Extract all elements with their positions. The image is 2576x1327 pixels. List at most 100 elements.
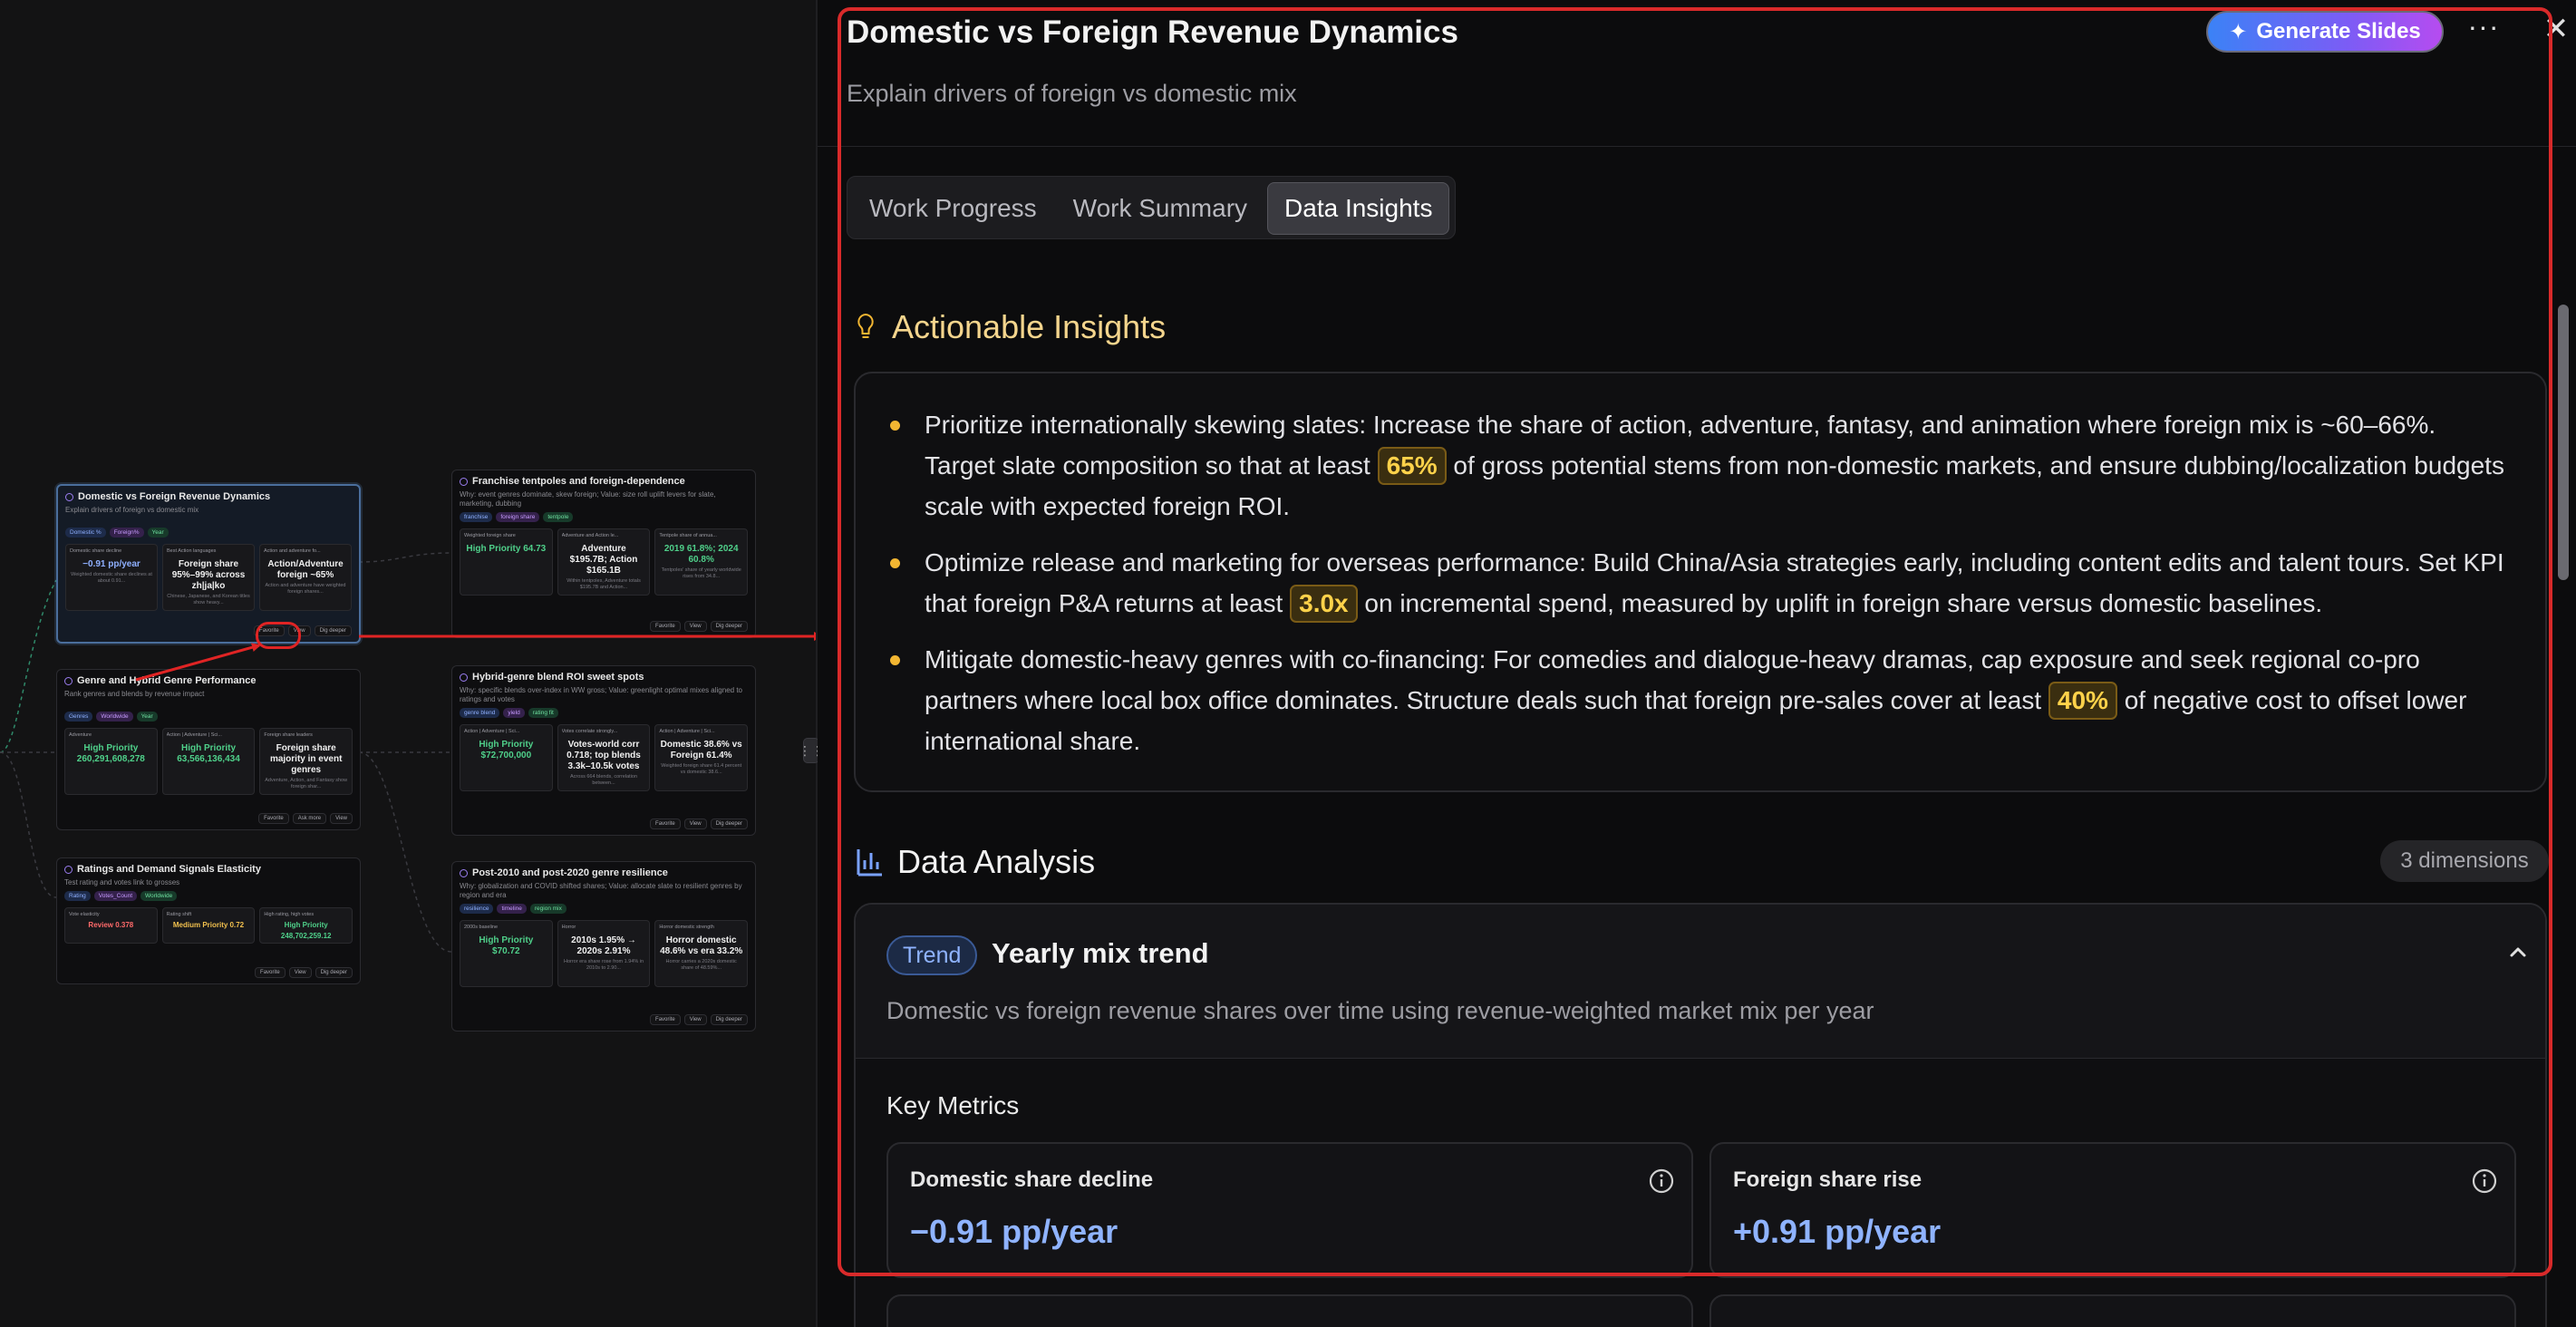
mini-head: Tentpole share of annua... — [659, 533, 717, 538]
mini-metric[interactable]: Action | Adventure | Sci... High Priority… — [460, 724, 553, 791]
detail-panel: Domestic vs Foreign Revenue Dynamics Exp… — [818, 0, 2576, 1327]
mini-metric[interactable]: Action | Adventure | Sci... Domestic 38.6… — [654, 724, 749, 791]
mini-value: High Priority 260,291,608,278 — [76, 743, 145, 764]
card-icon — [460, 868, 468, 877]
mini-value: Horror domestic 48.6% vs era 33.2% — [660, 935, 743, 956]
mini-value: Adventure $195.7B; Action $165.1B — [569, 544, 638, 576]
analysis-header: Data Analysis — [856, 843, 1095, 881]
mini-metric[interactable]: Horror 2010s 1.95% → 2020s 2.91% Horror er… — [557, 920, 651, 987]
mini-head: Rating shift — [166, 912, 192, 917]
mini-metric[interactable]: Action | Adventure | Sci... High Priority… — [161, 728, 256, 795]
card-subtitle: Rank genres and blends by revenue impact — [64, 690, 205, 698]
metric-card-domestic-decline[interactable]: Domestic share decline −0.91 pp/year — [886, 1142, 1693, 1278]
favorite-button[interactable]: Favorite — [255, 967, 286, 978]
dig-deeper-button[interactable]: Dig deeper — [314, 625, 352, 636]
mini-sub: Across 664 blends, correlation between..… — [570, 774, 637, 786]
mini-sub: Weighted domestic share declines at abou… — [71, 572, 152, 584]
card-icon — [65, 492, 73, 501]
card-icon — [460, 673, 468, 682]
insight-highlight: 40% — [2048, 682, 2117, 720]
canvas-card-revenue-dynamics[interactable]: Domestic vs Foreign Revenue Dynamics Exp… — [56, 484, 361, 644]
bar-chart-icon — [857, 849, 882, 877]
view-button[interactable]: View — [330, 813, 353, 824]
card-title: Post-2010 and post-2020 genre resilience — [472, 867, 668, 878]
mini-head: Votes correlate strongly... — [561, 729, 618, 734]
canvas-card-hybrid-blend[interactable]: Hybrid-genre blend ROI sweet spots Why: … — [451, 665, 756, 836]
mini-sub: Horror era share rose from 1.94% in 2010… — [563, 959, 644, 971]
tab-work-progress[interactable]: Work Progress — [853, 182, 1053, 235]
dimension-card: Trend Yearly mix trend Domestic vs forei… — [854, 903, 2547, 1327]
mini-metric[interactable]: Votes correlate strongly... Votes-world c… — [557, 724, 651, 791]
mini-value: 2010s 1.95% → 2020s 2.91% — [571, 935, 636, 956]
card-tag: rating fit — [528, 708, 558, 718]
chevron-up-icon[interactable] — [2502, 935, 2534, 968]
dimensions-badge: 3 dimensions — [2380, 840, 2549, 882]
dimension-card-header[interactable]: Trend Yearly mix trend Domestic vs forei… — [856, 905, 2545, 1059]
lightbulb-icon — [857, 313, 874, 338]
tab-work-summary[interactable]: Work Summary — [1057, 182, 1264, 235]
info-icon[interactable] — [2471, 1167, 2498, 1195]
panel-header: Domestic vs Foreign Revenue Dynamics Exp… — [818, 0, 2576, 147]
mini-metric[interactable]: Foreign share leaders Foreign share major… — [259, 728, 353, 795]
mini-value: −0.91 pp/year — [82, 559, 140, 569]
view-button[interactable]: View — [683, 1014, 707, 1025]
mini-metric[interactable]: Domestic share decline −0.91 pp/year Weigh… — [65, 544, 158, 611]
workflow-canvas[interactable]: Domestic vs Foreign Revenue Dynamics Exp… — [0, 0, 816, 1327]
view-button[interactable]: View — [683, 818, 707, 829]
scrollbar[interactable] — [2558, 305, 2569, 580]
more-options-icon[interactable]: ··· — [2465, 12, 2502, 49]
generate-slides-button[interactable]: ✦ Generate Slides — [2206, 11, 2444, 53]
view-button[interactable]: View — [288, 967, 312, 978]
metric-label: Domestic share decline — [910, 1167, 1154, 1192]
mini-head: Action and adventure fo... — [264, 548, 321, 554]
info-icon[interactable] — [1648, 1167, 1675, 1195]
dig-deeper-button[interactable]: Dig deeper — [710, 1014, 748, 1025]
insight-highlight: 65% — [1377, 447, 1447, 485]
mini-value: Domestic 38.6% vs Foreign 61.4% — [660, 740, 742, 760]
metric-card-partial[interactable] — [1709, 1294, 2516, 1327]
mini-metric[interactable]: Adventure High Priority 260,291,608,278 — [64, 728, 158, 795]
close-icon[interactable]: ✕ — [2540, 11, 2572, 47]
card-title: Hybrid-genre blend ROI sweet spots — [472, 672, 644, 683]
card-tag: Year — [147, 528, 169, 538]
dig-deeper-button[interactable]: Dig deeper — [710, 621, 748, 632]
metric-label: Foreign share rise — [1733, 1167, 1922, 1192]
favorite-button[interactable]: Favorite — [650, 621, 681, 632]
mini-value: High Priority 64.73 — [466, 544, 547, 554]
canvas-card-genre-performance[interactable]: Genre and Hybrid Genre Performance Rank … — [56, 669, 361, 830]
mini-sub: Action and adventure have weighted forei… — [265, 583, 346, 595]
mini-metric[interactable]: Vote elasticity Review 0.378 — [64, 907, 158, 944]
ask-more-button[interactable]: Ask more — [292, 813, 327, 824]
favorite-button[interactable]: Favorite — [650, 1014, 681, 1025]
metric-card-partial[interactable] — [886, 1294, 1693, 1327]
mini-metric[interactable]: Best Action languages Foreign share 95%–9… — [162, 544, 255, 611]
canvas-card-ratings[interactable]: Ratings and Demand Signals Elasticity Te… — [56, 857, 361, 984]
dig-deeper-button[interactable]: Dig deeper — [710, 818, 748, 829]
view-button[interactable]: View — [683, 621, 707, 632]
mini-metric[interactable]: 2000s baseline High Priority $70.72 — [460, 920, 553, 987]
mini-metric[interactable]: Rating shift Medium Priority 0.72 — [161, 907, 256, 944]
favorite-button[interactable]: Favorite — [650, 818, 681, 829]
mini-metric[interactable]: Action and adventure fo... Action/Adventu… — [259, 544, 352, 611]
card-tag: foreign share — [496, 512, 540, 522]
mini-value: High Priority 248,702,259.12 — [280, 921, 332, 940]
mini-head: Horror — [561, 925, 576, 930]
metric-card-foreign-rise[interactable]: Foreign share rise +0.91 pp/year — [1709, 1142, 2516, 1278]
mini-metric[interactable]: Horror domestic strength Horror domestic … — [654, 920, 749, 987]
card-title: Genre and Hybrid Genre Performance — [77, 675, 257, 686]
canvas-connectors — [0, 552, 452, 953]
favorite-button[interactable]: Favorite — [258, 813, 289, 824]
mini-head: Action | Adventure | Sci... — [464, 729, 520, 734]
card-icon — [460, 477, 468, 486]
mini-metric[interactable]: Weighted foreign share High Priority 64.7… — [460, 528, 553, 596]
mini-metric[interactable]: Tentpole share of annua... 2019 61.8%; 20… — [654, 528, 749, 596]
canvas-card-franchise[interactable]: Franchise tentpoles and foreign-dependen… — [451, 470, 756, 638]
mini-metric[interactable]: High rating, high votes High Priority 248… — [259, 907, 353, 944]
dig-deeper-button[interactable]: Dig deeper — [315, 967, 353, 978]
mini-metric[interactable]: Adventure and Action le... Adventure $195… — [557, 528, 651, 596]
canvas-card-genre-resilience[interactable]: Post-2010 and post-2020 genre resilience… — [451, 861, 756, 1032]
mini-sub: Chinese, Japanese, and Korean titles sho… — [167, 594, 250, 605]
tab-data-insights[interactable]: Data Insights — [1267, 182, 1450, 235]
insights-box: Prioritize internationally skewing slate… — [854, 372, 2547, 792]
mini-value: High Priority $70.72 — [479, 935, 534, 956]
